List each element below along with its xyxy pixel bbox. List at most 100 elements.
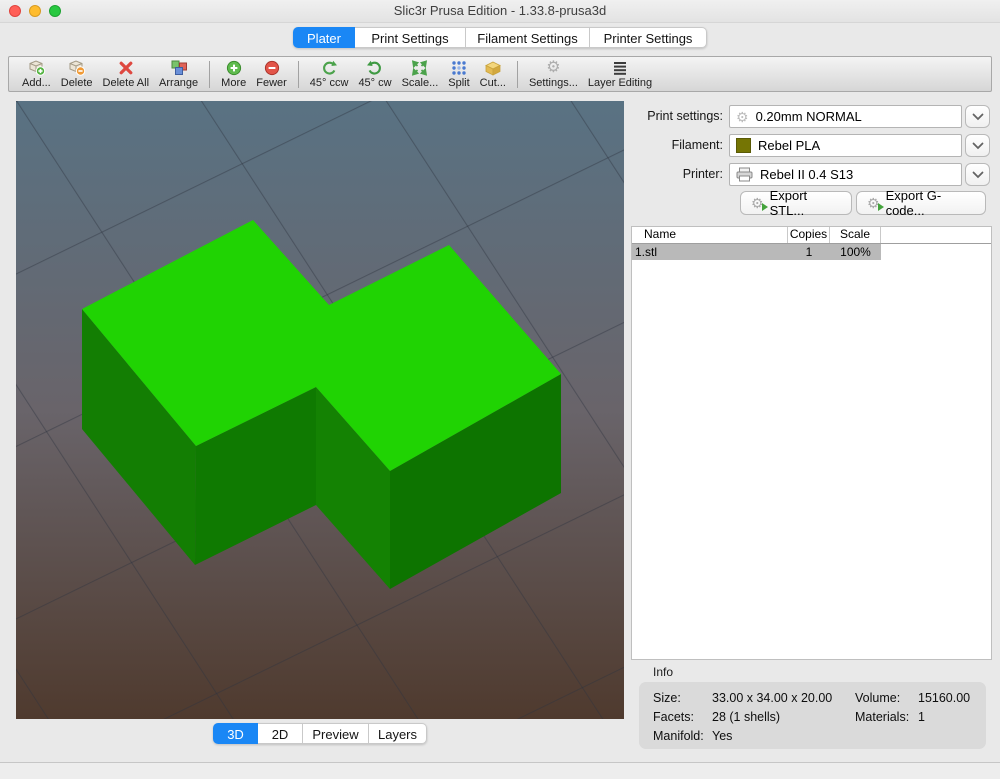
box-remove-icon (67, 59, 86, 76)
toolbar-delete-all-button[interactable]: Delete All (103, 57, 149, 91)
volume-value: 15160.00 (918, 691, 970, 705)
toolbar-add-label: Add... (22, 77, 51, 89)
row-name: 1.stl (632, 244, 788, 260)
plus-circle-icon (226, 59, 242, 76)
toolbar-cut-label: Cut... (480, 77, 506, 89)
toolbar-arrange-label: Arrange (159, 77, 198, 89)
column-header-scale: Scale (830, 227, 881, 243)
toolbar-add-button[interactable]: Add... (22, 57, 51, 91)
toolbar-rotate-ccw-button[interactable]: 45° ccw (310, 57, 349, 91)
main-tabbar: Plater Print Settings Filament Settings … (0, 27, 1000, 48)
object-table-header: Name Copies Scale (632, 227, 991, 244)
traffic-lights (9, 5, 61, 17)
size-value: 33.00 x 34.00 x 20.00 (712, 691, 832, 705)
export-stl-button[interactable]: ⚙ Export STL... (740, 191, 852, 215)
toolbar-fewer-label: Fewer (256, 77, 287, 89)
toolbar-separator (298, 61, 299, 88)
view-switcher: 3D 2D Preview Layers (16, 723, 624, 744)
viewport-3d[interactable] (16, 101, 624, 719)
printer-icon (736, 167, 753, 182)
layers-icon (613, 59, 627, 76)
materials-label: Materials: (855, 710, 909, 724)
toolbar-settings-button[interactable]: ⚙ Settings... (529, 57, 578, 91)
toolbar-cut-button[interactable]: Cut... (480, 57, 506, 91)
view-preview-button[interactable]: Preview (303, 723, 369, 744)
window-title: Slic3r Prusa Edition - 1.33.8-prusa3d (0, 0, 1000, 22)
filament-value: Rebel PLA (758, 138, 820, 153)
table-row[interactable]: 1.stl 1 100% (632, 244, 881, 260)
export-stl-label: Export STL... (770, 188, 841, 218)
toolbar-arrange-button[interactable]: Arrange (159, 57, 198, 91)
filament-label: Filament: (628, 134, 723, 157)
chevron-down-icon (972, 171, 984, 179)
view-2d-button[interactable]: 2D (258, 723, 303, 744)
facets-value: 28 (1 shells) (712, 710, 780, 724)
toolbar-more-label: More (221, 77, 246, 89)
zoom-button[interactable] (49, 5, 61, 17)
toolbar-split-button[interactable]: Split (448, 57, 469, 91)
cubes-icon (170, 59, 188, 76)
column-header-filler (881, 227, 991, 243)
size-label: Size: (653, 691, 681, 705)
toolbar: Add... Delete Delete All (8, 56, 992, 92)
toolbar-rotate-ccw-label: 45° ccw (310, 77, 349, 89)
row-scale: 100% (830, 244, 881, 260)
printer-combo[interactable]: Rebel II 0.4 S13 (729, 163, 962, 186)
row-copies: 1 (788, 244, 830, 260)
rotate-ccw-icon (321, 59, 337, 76)
toolbar-delete-button[interactable]: Delete (61, 57, 93, 91)
export-gear-icon: ⚙ (867, 196, 880, 210)
rotate-cw-icon (367, 59, 383, 76)
titlebar: Slic3r Prusa Edition - 1.33.8-prusa3d (0, 0, 1000, 23)
tab-print-settings[interactable]: Print Settings (355, 27, 466, 48)
chevron-down-icon (972, 142, 984, 150)
print-settings-value: 0.20mm NORMAL (756, 109, 862, 124)
toolbar-scale-label: Scale... (402, 77, 439, 89)
app-window: Slic3r Prusa Edition - 1.33.8-prusa3d Pl… (0, 0, 1000, 779)
toolbar-delete-label: Delete (61, 77, 93, 89)
filament-dropdown-button[interactable] (965, 134, 990, 157)
view-layers-button[interactable]: Layers (369, 723, 427, 744)
toolbar-fewer-button[interactable]: Fewer (256, 57, 287, 91)
gear-icon: ⚙ (736, 110, 749, 124)
toolbar-split-label: Split (448, 77, 469, 89)
toolbar-layer-editing-label: Layer Editing (588, 77, 652, 89)
tab-filament-settings[interactable]: Filament Settings (466, 27, 590, 48)
filament-color-swatch (736, 138, 751, 153)
scale-arrows-icon (411, 59, 428, 76)
volume-label: Volume: (855, 691, 900, 705)
view-3d-button[interactable]: 3D (213, 723, 258, 744)
minimize-button[interactable] (29, 5, 41, 17)
export-gcode-label: Export G-code... (886, 188, 975, 218)
object-table[interactable]: Name Copies Scale 1.stl 1 100% (631, 226, 992, 660)
export-gcode-button[interactable]: ⚙ Export G-code... (856, 191, 986, 215)
column-header-copies: Copies (788, 227, 830, 243)
toolbar-more-button[interactable]: More (221, 57, 246, 91)
toolbar-rotate-cw-button[interactable]: 45° cw (358, 57, 391, 91)
box-add-icon (27, 59, 46, 76)
close-button[interactable] (9, 5, 21, 17)
print-settings-label: Print settings: (628, 105, 723, 128)
minus-circle-icon (264, 59, 280, 76)
print-settings-combo[interactable]: ⚙ 0.20mm NORMAL (729, 105, 962, 128)
bottom-strip (0, 763, 1000, 779)
filament-combo[interactable]: Rebel PLA (729, 134, 962, 157)
toolbar-scale-button[interactable]: Scale... (402, 57, 439, 91)
cut-box-icon (485, 59, 501, 76)
materials-value: 1 (918, 710, 925, 724)
toolbar-separator (517, 61, 518, 88)
export-gear-icon: ⚙ (751, 196, 764, 210)
toolbar-delete-all-label: Delete All (103, 77, 149, 89)
column-header-name: Name (632, 227, 788, 243)
printer-label: Printer: (628, 163, 723, 186)
printer-dropdown-button[interactable] (965, 163, 990, 186)
toolbar-settings-label: Settings... (529, 77, 578, 89)
print-settings-dropdown-button[interactable] (965, 105, 990, 128)
info-panel: Size: 33.00 x 34.00 x 20.00 Volume: 1516… (639, 682, 986, 749)
toolbar-layer-editing-button[interactable]: Layer Editing (588, 57, 652, 91)
tab-plater[interactable]: Plater (293, 27, 355, 48)
printer-value: Rebel II 0.4 S13 (760, 167, 853, 182)
facets-label: Facets: (653, 710, 694, 724)
info-section-title: Info (653, 665, 673, 679)
tab-printer-settings[interactable]: Printer Settings (590, 27, 707, 48)
